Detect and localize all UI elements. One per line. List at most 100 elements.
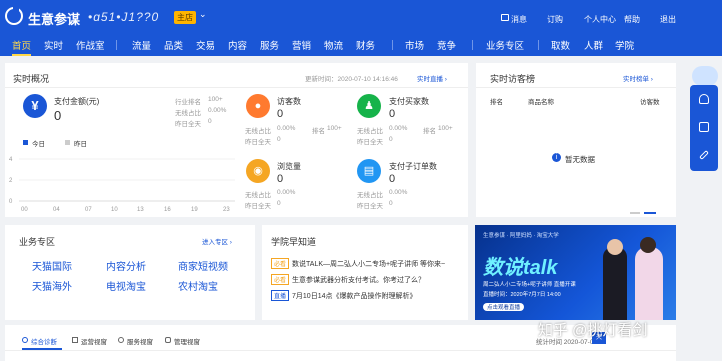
buyers-rank-value: 100+	[438, 125, 453, 132]
banner-subtitle: 周二弘人小二专场+呢子讲师 直播开课	[483, 282, 576, 288]
suborders-wireless-label: 无线占比	[357, 192, 383, 199]
logout-link[interactable]: 退出	[660, 14, 676, 25]
col-product-name: 商品名称	[528, 99, 554, 106]
academy-card: 学院早知道 必看 数说TALK—周二弘人小二专场+呢子讲师 等你来~ 必看 生意参谋…	[262, 225, 468, 320]
tab-diagnosis[interactable]: 综合诊断	[31, 336, 57, 346]
trend-chart: 4 2 0 00 04 07 10 13 16 19 23	[9, 157, 235, 213]
wireless-label: 无线占比	[175, 110, 201, 117]
news-tag: 必看	[271, 274, 290, 285]
tab-service[interactable]: 服务视窗	[127, 336, 153, 346]
y-tick: 2	[9, 178, 13, 184]
personal-center-link[interactable]: 个人中心	[584, 14, 616, 25]
help-link[interactable]: 帮助	[624, 14, 640, 25]
nav-realtime[interactable]: 实时	[44, 38, 63, 52]
rank-value: 100+	[208, 96, 223, 103]
legend-today: 今日	[32, 141, 45, 148]
visitors-wireless-value: 0.00%	[277, 125, 296, 132]
biz-link-rural-taobao[interactable]: 农村淘宝	[178, 278, 218, 293]
nav-content[interactable]: 内容	[228, 38, 247, 52]
nav-finance[interactable]: 财务	[356, 38, 375, 52]
pageviews-label: 浏览量	[277, 162, 301, 171]
pageviews-wireless-value: 0.00%	[277, 189, 296, 196]
nav-logistics[interactable]: 物流	[324, 38, 343, 52]
biz-link-tv-taobao[interactable]: 电视淘宝	[106, 278, 146, 293]
x-tick: 00	[21, 207, 28, 213]
subscribe-link[interactable]: 订购	[547, 14, 563, 25]
tab-operation[interactable]: 运营视窗	[81, 336, 107, 346]
suborders-yest-label: 昨日全天	[357, 203, 383, 210]
nav-trade[interactable]: 交易	[196, 38, 215, 52]
biz-link-short-video[interactable]: 商家短视频	[178, 258, 228, 273]
x-tick: 23	[223, 207, 230, 213]
nav-war-room[interactable]: 作战室	[76, 38, 105, 52]
nav-divider	[472, 40, 473, 50]
x-tick: 04	[53, 207, 60, 213]
academy-title: 学院早知道	[271, 237, 317, 247]
x-tick: 10	[111, 207, 118, 213]
diagnosis-icon	[22, 337, 28, 343]
shop-tag-badge: 主店	[174, 11, 196, 24]
pageviews-yest-value: 0	[277, 200, 281, 207]
visitors-value: 0	[277, 108, 284, 120]
live-link[interactable]: 实时直播 ›	[417, 73, 447, 83]
nav-marketing[interactable]: 营销	[292, 38, 311, 52]
wireless-value: 0.00%	[208, 107, 227, 114]
assistant-avatar[interactable]	[692, 66, 718, 86]
buyers-yest-value: 0	[389, 136, 393, 143]
suborders-value: 0	[389, 173, 396, 185]
visitors-yest-value: 0	[277, 136, 281, 143]
yesterday-value: 0	[208, 118, 212, 125]
buyers-label: 支付买家数	[389, 97, 429, 106]
banner-title: 数说talk	[483, 257, 558, 279]
news-tag: 必看	[271, 258, 290, 269]
eye-icon: ◉	[246, 159, 270, 183]
nav-category[interactable]: 品类	[164, 38, 183, 52]
nav-academy[interactable]: 学院	[615, 38, 634, 52]
buyers-wireless-label: 无线占比	[357, 128, 383, 135]
visitors-rank-label: 排名	[312, 128, 325, 135]
news-item[interactable]: 直播 7月10日14点《爆款产品操作附理解析》	[271, 290, 416, 301]
presenter-face	[640, 237, 656, 253]
news-tag: 直播	[271, 290, 290, 301]
banner-date: 直播时间：2020年7月7日 14:00	[483, 292, 561, 298]
nav-home[interactable]: 首页	[12, 38, 32, 56]
y-tick: 4	[9, 157, 13, 163]
biz-link-content-analysis[interactable]: 内容分析	[106, 258, 146, 273]
nav-crowd[interactable]: 人群	[584, 38, 603, 52]
edit-icon[interactable]	[699, 150, 709, 160]
bell-icon[interactable]	[699, 94, 709, 104]
nav-business-zone[interactable]: 业务专区	[486, 38, 524, 52]
carousel-dot-active[interactable]	[644, 212, 656, 214]
nav-market[interactable]: 市场	[405, 38, 424, 52]
enter-zone-link[interactable]: 进入专区 ›	[202, 236, 232, 246]
x-tick: 19	[191, 207, 198, 213]
tab-management[interactable]: 管理视窗	[174, 336, 200, 346]
presenter-image	[635, 247, 663, 320]
nav-divider	[538, 40, 539, 50]
suborders-label: 支付子订单数	[389, 162, 437, 171]
chevron-down-icon[interactable]: ⌄	[199, 9, 207, 20]
messages-link[interactable]: 消息	[511, 14, 527, 25]
presenter-image	[603, 247, 627, 320]
biz-link-tmall-overseas[interactable]: 天猫海外	[32, 278, 72, 293]
business-zone-title: 业务专区	[19, 237, 56, 247]
nav-competition[interactable]: 竞争	[437, 38, 456, 52]
news-item[interactable]: 必看 数说TALK—周二弘人小二专场+呢子讲师 等你来~	[271, 258, 445, 269]
document-icon: ▤	[357, 159, 381, 183]
yen-icon: ¥	[23, 94, 47, 118]
main-nav: 首页 实时 作战室 流量 品类 交易 内容 服务 营销 物流 财务 市场 竞争 …	[0, 34, 722, 56]
news-text: 生意参谋武器分析支付考试。你考过了么？	[292, 277, 426, 284]
divider	[476, 87, 676, 88]
nav-traffic[interactable]: 流量	[132, 38, 151, 52]
nav-divider	[392, 40, 393, 50]
news-item[interactable]: 必看 生意参谋武器分析支付考试。你考过了么？	[271, 274, 425, 285]
banner-watch-button[interactable]: 点击观看直播	[483, 303, 525, 311]
carousel-dot[interactable]	[630, 212, 640, 214]
chat-icon[interactable]	[699, 122, 709, 132]
buyers-icon: ♟	[357, 94, 381, 118]
nav-service[interactable]: 服务	[260, 38, 279, 52]
promo-banner[interactable]: 生意参谋 · 阿里妈妈 · 淘宝大学 数说talk 周二弘人小二专场+呢子讲师 …	[475, 225, 676, 320]
biz-link-tmall-global[interactable]: 天猫国际	[32, 258, 72, 273]
nav-data-fetch[interactable]: 取数	[551, 38, 570, 52]
ranking-list-link[interactable]: 实时榜单 ›	[623, 73, 653, 83]
